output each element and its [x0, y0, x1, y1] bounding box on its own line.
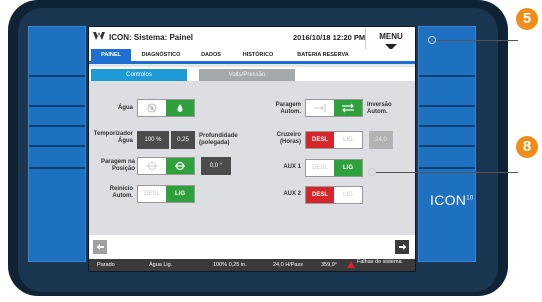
navigation-bar	[89, 235, 415, 259]
next-page-button[interactable]	[395, 240, 409, 254]
cruise-hours-label: Cruzeiro (Horas)	[276, 132, 301, 145]
panel-divider	[29, 167, 85, 169]
aux1-label: AUX 1	[283, 164, 301, 170]
auto-restart-label: Reinício Autom.	[109, 186, 133, 199]
panel-divider	[29, 75, 85, 77]
tab-diagnostico[interactable]: DIAGNÓSTICO	[133, 49, 189, 61]
controls-panel: Água Temporizador Água 100 % 0,25 Profun…	[89, 81, 415, 235]
water-toggle[interactable]	[137, 99, 195, 117]
auto-restart-toggle[interactable]: DESL LIG	[137, 185, 195, 203]
position-off-icon	[147, 162, 157, 170]
tab-painel[interactable]: PAINEL	[91, 49, 131, 61]
cruise-on[interactable]: LIG	[334, 132, 362, 148]
water-depth-value[interactable]: 0,25	[171, 131, 195, 149]
aux1-on[interactable]: LIG	[334, 160, 362, 176]
tab-bar: PAINEL DIAGNÓSTICO DADOS HISTÓRICO BATER…	[89, 49, 415, 64]
left-side-panel	[28, 26, 86, 262]
pivot-logo-icon	[93, 32, 105, 40]
water-timer-percent[interactable]: 100 %	[137, 131, 169, 149]
auto-stop-reverse-toggle[interactable]	[305, 99, 363, 117]
aux1-toggle[interactable]: DESL LIG	[305, 159, 363, 177]
panel-divider	[419, 75, 475, 77]
panel-divider	[29, 125, 85, 127]
aux1-off[interactable]: DESL	[306, 160, 334, 176]
brand-name: ICON	[430, 192, 467, 208]
date-time: 2016/10/18 12:20 PM	[293, 33, 366, 42]
cruise-hours-value: 24,0	[369, 131, 393, 149]
depth-label: Profundidade (polegada)	[199, 133, 238, 146]
product-illustration: ICON10 ICON: Sistema: Painel 2016/10/18 …	[0, 0, 542, 302]
status-angle: 359,9°	[321, 262, 337, 268]
status-bar: Parado Água Lig. 100% 0,25 in. 24,0 H/Pa…	[89, 259, 415, 271]
callout-badge-8: 8	[516, 136, 538, 158]
status-failures[interactable]: Falhas do sistema	[357, 259, 407, 265]
panel-divider	[419, 125, 475, 127]
stop-position-on-half[interactable]	[166, 158, 194, 174]
callout-badge-5: 5	[516, 8, 538, 30]
aux2-toggle[interactable]: DESL LIG	[305, 186, 363, 204]
reverse-arrows-icon	[342, 103, 354, 113]
position-on-icon	[175, 161, 185, 171]
menu-button[interactable]: MENU	[365, 27, 415, 50]
auto-reverse-label: Inversão Autom.	[367, 102, 392, 115]
arrow-right-icon	[398, 244, 406, 250]
status-speed: 24,0 H/Pass	[273, 262, 303, 268]
auto-restart-on[interactable]: LIG	[166, 186, 194, 202]
water-drop-icon	[177, 104, 183, 112]
callout-ring-8	[368, 168, 376, 176]
tab-bateria-reserva[interactable]: BATERIA RESERVA	[285, 49, 361, 61]
title-bar: ICON: Sistema: Painel 2016/10/18 12:20 P…	[89, 27, 415, 50]
page-title: ICON: Sistema: Painel	[109, 33, 194, 42]
panel-divider	[419, 167, 475, 169]
callout-line-8	[376, 172, 518, 173]
panel-divider	[419, 145, 475, 147]
touch-screen: ICON: Sistema: Painel 2016/10/18 12:20 P…	[88, 26, 416, 272]
stop-in-position-toggle[interactable]	[137, 157, 195, 175]
auto-stop-label: Paragem Autom.	[275, 102, 301, 115]
callout-line-5	[436, 40, 518, 41]
water-off-half[interactable]	[138, 100, 166, 116]
stop-position-off-half[interactable]	[138, 158, 166, 174]
water-label: Água	[118, 105, 133, 111]
water-on-half[interactable]	[166, 100, 194, 116]
status-water: Água Lig.	[149, 262, 173, 268]
aux2-on[interactable]: LIG	[334, 187, 362, 203]
subtab-volts-pressure[interactable]: Volts/Pressão	[199, 69, 295, 81]
auto-restart-off[interactable]: DESL	[138, 186, 166, 202]
auto-stop-half[interactable]	[306, 100, 334, 116]
water-off-icon	[147, 103, 157, 113]
status-percent-depth: 100% 0,25 in.	[213, 262, 247, 268]
cruise-off[interactable]: DESL	[306, 132, 334, 148]
stop-arrow-icon	[314, 104, 326, 112]
auto-reverse-half[interactable]	[334, 100, 362, 116]
stop-in-position-label: Paragem na Posição	[100, 159, 135, 172]
previous-page-button[interactable]	[93, 240, 107, 254]
arrow-left-icon	[96, 244, 104, 250]
right-side-panel	[418, 26, 476, 262]
status-state: Parado	[97, 262, 115, 268]
aux2-off[interactable]: DESL	[306, 187, 334, 203]
tab-historico[interactable]: HISTÓRICO	[233, 49, 283, 61]
tab-dados[interactable]: DADOS	[191, 49, 231, 61]
brand-logo: ICON10	[430, 192, 473, 208]
brand-superscript: 10	[466, 195, 474, 202]
panel-divider	[29, 145, 85, 147]
callout-ring-5	[428, 36, 436, 44]
panel-divider	[419, 105, 475, 107]
subtab-bar: Controlos Volts/Pressão	[89, 67, 415, 81]
stop-position-angle[interactable]: 0,0 °	[201, 157, 231, 175]
panel-divider	[29, 105, 85, 107]
menu-label: MENU	[379, 32, 403, 41]
water-timer-label: Temporizador Água	[93, 131, 133, 144]
subtab-controls[interactable]: Controlos	[91, 69, 187, 81]
warning-icon[interactable]	[347, 261, 355, 268]
cruise-toggle[interactable]: DESL LIG	[305, 131, 363, 149]
aux2-label: AUX 2	[283, 191, 301, 197]
